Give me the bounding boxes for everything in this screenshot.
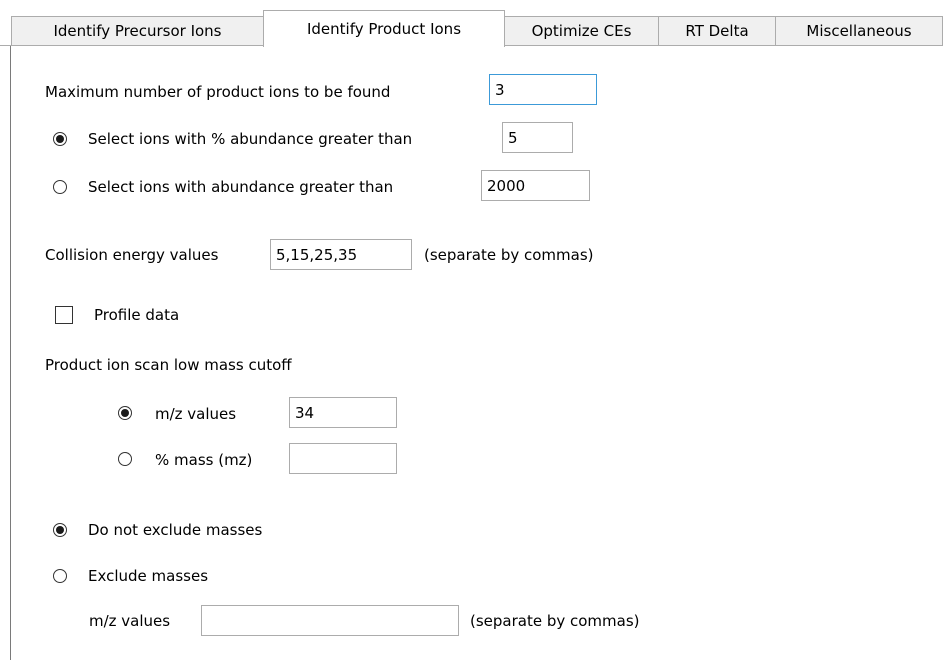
mz-values-input[interactable] — [289, 397, 397, 428]
tab-miscellaneous[interactable]: Miscellaneous — [775, 16, 943, 45]
percent-mass-label: % mass (mz) — [155, 451, 253, 469]
max-product-ions-label: Maximum number of product ions to be fou… — [45, 83, 391, 101]
product-ions-settings-panel: Identify Precursor Ions Identify Product… — [0, 0, 943, 660]
low-mass-cutoff-heading: Product ion scan low mass cutoff — [45, 356, 292, 374]
collision-energy-input[interactable] — [270, 239, 412, 270]
percent-abundance-label: Select ions with % abundance greater tha… — [88, 130, 413, 148]
absolute-abundance-label: Select ions with abundance greater than — [88, 178, 394, 196]
radio-selected-dot — [121, 409, 129, 417]
tab-rt-delta[interactable]: RT Delta — [658, 16, 776, 45]
do-not-exclude-radio[interactable] — [53, 523, 67, 537]
exclude-masses-label: Exclude masses — [88, 567, 209, 585]
profile-data-checkbox[interactable] — [55, 306, 73, 324]
do-not-exclude-label: Do not exclude masses — [88, 521, 263, 539]
panel-left-border — [10, 45, 11, 660]
mz-values-label: m/z values — [155, 405, 237, 423]
percent-mass-radio[interactable] — [118, 452, 132, 466]
exclude-mz-values-input[interactable] — [201, 605, 459, 636]
max-product-ions-input[interactable] — [489, 74, 597, 105]
tab-optimize-ces[interactable]: Optimize CEs — [504, 16, 659, 45]
exclude-masses-radio[interactable] — [53, 569, 67, 583]
percent-mass-input[interactable] — [289, 443, 397, 474]
exclude-mz-values-label: m/z values — [89, 612, 171, 630]
mz-values-radio[interactable] — [118, 406, 132, 420]
exclude-mz-hint: (separate by commas) — [470, 612, 640, 630]
tab-identify-product-ions[interactable]: Identify Product Ions — [263, 10, 505, 47]
tab-strip: Identify Precursor Ions Identify Product… — [0, 0, 943, 47]
radio-selected-dot — [56, 135, 64, 143]
profile-data-label: Profile data — [94, 306, 180, 324]
percent-abundance-radio[interactable] — [53, 132, 67, 146]
absolute-abundance-radio[interactable] — [53, 180, 67, 194]
collision-energy-hint: (separate by commas) — [424, 246, 594, 264]
radio-selected-dot — [56, 526, 64, 534]
absolute-abundance-input[interactable] — [481, 170, 590, 201]
tab-identify-precursor-ions[interactable]: Identify Precursor Ions — [11, 16, 264, 45]
collision-energy-label: Collision energy values — [45, 246, 219, 264]
percent-abundance-input[interactable] — [502, 122, 573, 153]
